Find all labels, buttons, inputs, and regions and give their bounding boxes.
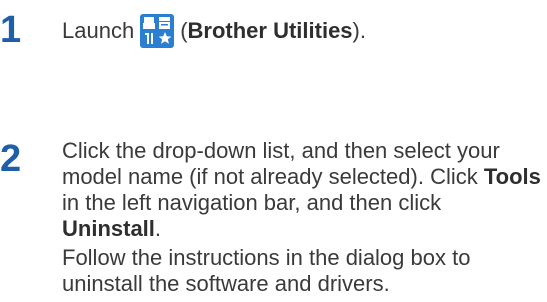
step-number: 1 <box>0 9 22 51</box>
tools-label: Tools <box>483 164 541 189</box>
instruction-text-1: Click the drop-down list, and then selec… <box>62 138 500 189</box>
step-2-instruction: Click the drop-down list, and then selec… <box>62 138 542 242</box>
app-name: Brother Utilities <box>187 18 353 43</box>
instruction-text-3: . <box>154 216 162 241</box>
close-paren: ). <box>352 18 366 43</box>
open-paren: ( <box>180 18 188 43</box>
step-number: 2 <box>0 138 22 180</box>
instruction-text-2: in the left navigation bar, and then cli… <box>62 190 442 215</box>
uninstall-label: Uninstall <box>62 216 155 241</box>
step-1-text: Launch (Brother Utilities). <box>62 14 366 48</box>
launch-text: Launch <box>62 18 135 43</box>
brother-utilities-icon <box>140 14 175 48</box>
step-2-followup: Follow the instructions in the dialog bo… <box>62 245 471 296</box>
